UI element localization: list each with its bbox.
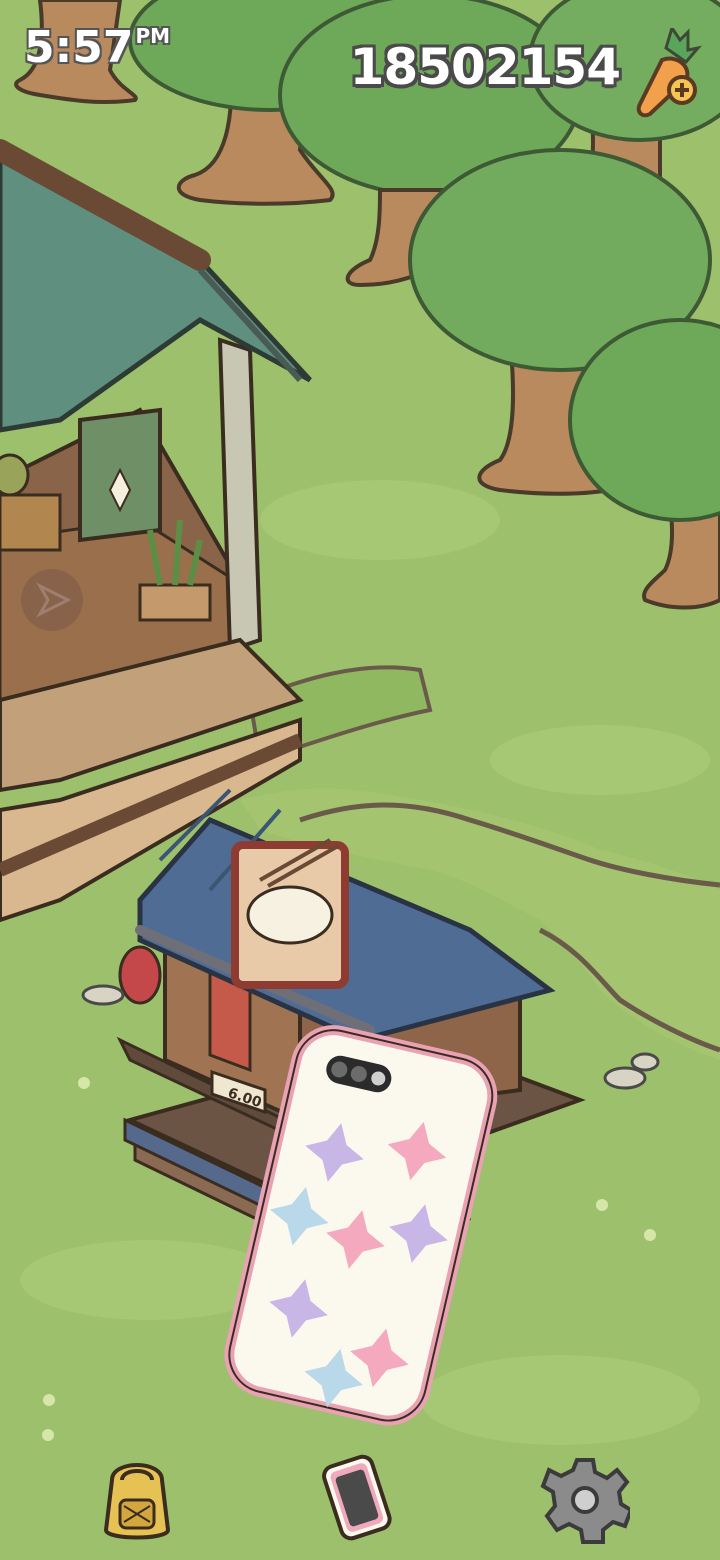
clock-ampm: PM	[135, 24, 171, 48]
carrot-plus-icon[interactable]	[622, 24, 702, 118]
play-triangle-icon[interactable]	[20, 568, 84, 632]
backpack-icon[interactable]	[92, 1450, 182, 1545]
carrot-count: 18502154	[349, 38, 621, 96]
ramen-sign	[231, 838, 349, 989]
red-lantern	[118, 945, 162, 1005]
clock-time: 5:57 PM	[24, 22, 170, 73]
clock-time-text: 5:57	[24, 22, 134, 73]
phone-icon[interactable]	[312, 1450, 402, 1545]
game-scene: 6.00	[0, 0, 720, 1560]
gear-icon[interactable]	[540, 1450, 634, 1545]
